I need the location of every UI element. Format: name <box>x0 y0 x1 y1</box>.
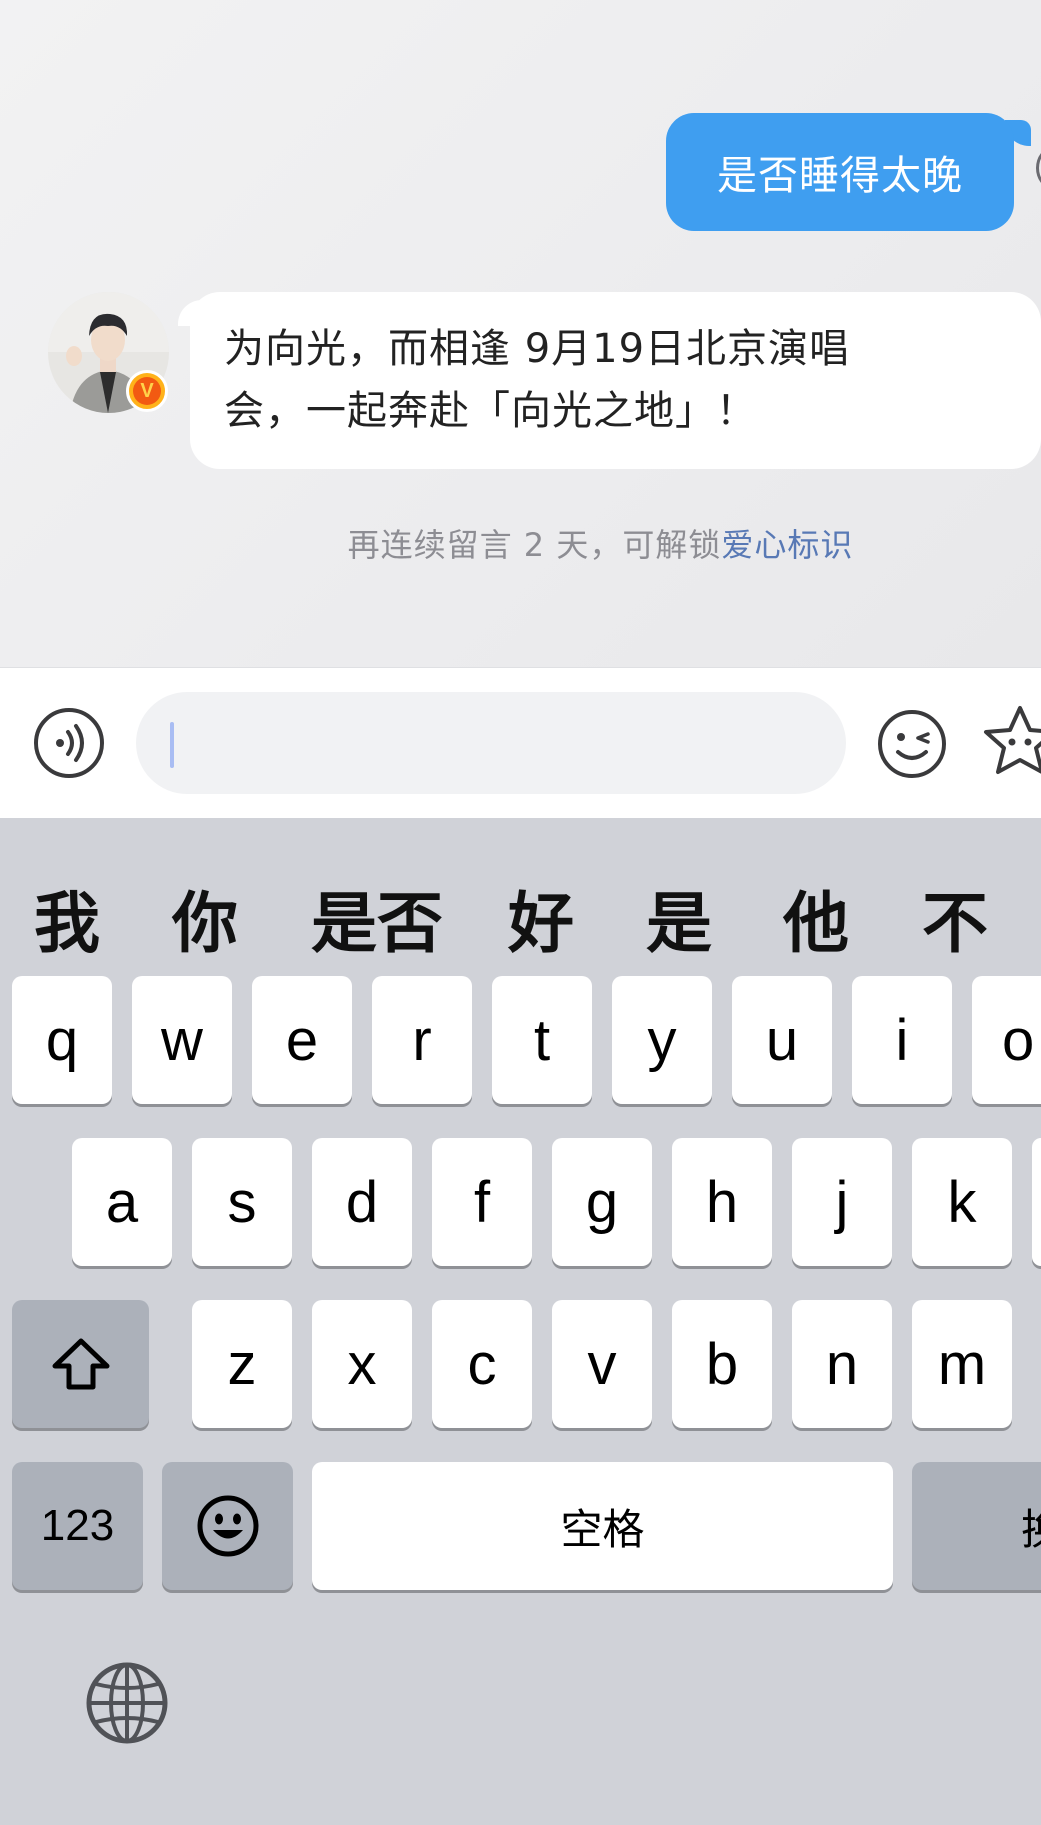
key-m[interactable]: m <box>912 1300 1012 1428</box>
wink-face-icon <box>878 710 946 778</box>
incoming-message-line1: 为向光，而相逢 9月19日北京演唱 <box>224 326 851 372</box>
return-key[interactable]: 换 <box>912 1462 1041 1590</box>
key-v[interactable]: v <box>552 1300 652 1428</box>
sticker-button[interactable] <box>980 702 1041 782</box>
key-h[interactable]: h <box>672 1138 772 1266</box>
key-q[interactable]: q <box>12 976 112 1104</box>
voice-wave-icon <box>56 724 84 762</box>
verified-badge: V <box>126 370 168 412</box>
numbers-key[interactable]: 123 <box>12 1462 143 1590</box>
own-avatar[interactable] <box>1036 148 1041 188</box>
key-k[interactable]: k <box>912 1138 1012 1266</box>
key-a[interactable]: a <box>72 1138 172 1266</box>
key-b[interactable]: b <box>672 1300 772 1428</box>
key-g[interactable]: g <box>552 1138 652 1266</box>
verified-v-icon: V <box>133 377 161 405</box>
shift-arrow-icon <box>52 1338 109 1390</box>
incoming-message-bubble[interactable]: 为向光，而相逢 9月19日北京演唱 会，一起奔赴「向光之地」！ <box>190 292 1041 469</box>
message-text-field[interactable] <box>136 692 846 794</box>
unlock-hint-text: 再连续留言 2 天，可解锁 <box>347 526 722 564</box>
chat-area: 是否睡得太晚 V 为向光，而相逢 9月19日北京演唱 会，一起奔赴「向光之地」！… <box>0 0 1041 667</box>
emoji-button[interactable] <box>876 708 948 780</box>
key-e[interactable]: e <box>252 976 352 1104</box>
candidate-word[interactable]: 是 <box>646 870 712 966</box>
key-x[interactable]: x <box>312 1300 412 1428</box>
key-w[interactable]: w <box>132 976 232 1104</box>
candidate-word[interactable]: 我 <box>34 870 100 966</box>
star-sticker-icon <box>984 706 1041 774</box>
voice-input-button[interactable] <box>34 708 104 778</box>
key-r[interactable]: r <box>372 976 472 1104</box>
candidate-word[interactable]: 好 <box>508 870 574 966</box>
candidate-word[interactable]: 不 <box>922 870 988 966</box>
candidate-word[interactable]: 他 <box>783 870 849 966</box>
smiley-face-icon <box>197 1495 258 1557</box>
key-t[interactable]: t <box>492 976 592 1104</box>
globe-key[interactable] <box>84 1660 170 1746</box>
return-key-label: 换 <box>1021 1496 1041 1557</box>
key-z[interactable]: z <box>192 1300 292 1428</box>
emoji-key[interactable] <box>162 1462 293 1590</box>
heart-badge-link[interactable]: 爱心标识 <box>721 526 853 564</box>
key-s[interactable]: s <box>192 1138 292 1266</box>
key-n[interactable]: n <box>792 1300 892 1428</box>
keyboard: 我 你 是否 好 是 他 不 q w e r t y u i o a s d f… <box>0 818 1041 1825</box>
key-j[interactable]: j <box>792 1138 892 1266</box>
text-caret <box>170 722 174 768</box>
message-input-bar <box>0 667 1041 818</box>
candidate-word[interactable]: 是否 <box>311 870 443 966</box>
key-o[interactable]: o <box>972 976 1041 1104</box>
outgoing-message-bubble[interactable]: 是否睡得太晚 <box>666 113 1014 231</box>
key-d[interactable]: d <box>312 1138 412 1266</box>
key-l-edge[interactable] <box>1032 1138 1041 1266</box>
candidate-word[interactable]: 你 <box>172 870 238 966</box>
key-u[interactable]: u <box>732 976 832 1104</box>
unlock-hint: 再连续留言 2 天，可解锁爱心标识 <box>0 520 1041 566</box>
key-f[interactable]: f <box>432 1138 532 1266</box>
incoming-message-line2: 会，一起奔赴「向光之地」！ <box>224 388 757 434</box>
shift-key[interactable] <box>12 1300 149 1428</box>
key-y[interactable]: y <box>612 976 712 1104</box>
key-i[interactable]: i <box>852 976 952 1104</box>
space-key[interactable]: 空格 <box>312 1462 893 1590</box>
key-c[interactable]: c <box>432 1300 532 1428</box>
globe-icon <box>86 1662 168 1744</box>
